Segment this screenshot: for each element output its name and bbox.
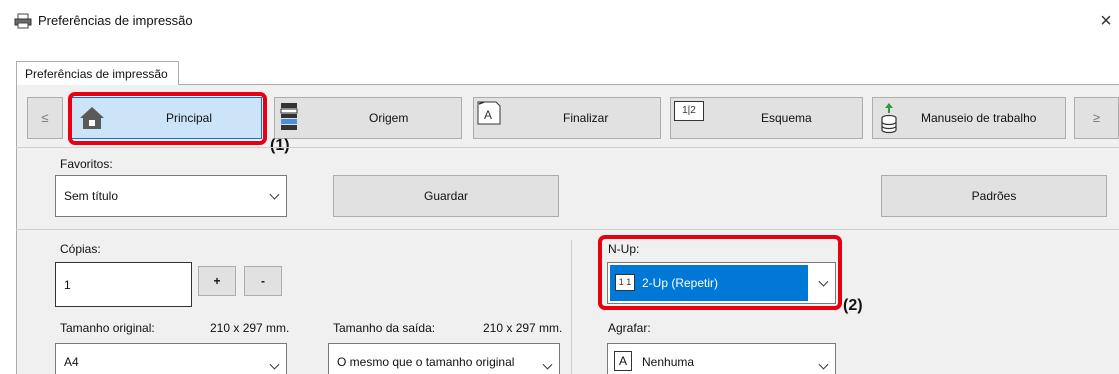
original-size-dims: 210 x 297 mm. — [210, 321, 290, 335]
save-button-label: Guardar — [423, 189, 469, 203]
tab-finalizar-label: Finalizar — [563, 111, 609, 125]
window-title: Preferências de impressão — [38, 13, 193, 28]
minus-glyph: - — [261, 274, 265, 288]
layout-icon: 1|2 — [674, 101, 704, 121]
finish-icon: A — [477, 101, 501, 128]
copies-minus-button[interactable]: - — [244, 266, 282, 296]
prev-glyph: ≤ — [41, 110, 49, 125]
toolbar-prev-button[interactable]: ≤ — [27, 97, 63, 139]
chevron-down-icon — [269, 359, 280, 370]
annotation-1: (1) — [270, 137, 290, 154]
job-handling-icon — [880, 102, 898, 137]
favorites-value: Sem título — [64, 189, 119, 203]
chevron-down-icon — [542, 359, 553, 370]
favorites-select[interactable]: Sem título — [55, 175, 287, 217]
tab-manuseio-label: Manuseio de trabalho — [921, 111, 1037, 125]
staple-select[interactable]: A Nenhuma — [607, 343, 836, 374]
original-size-value: A4 — [64, 355, 79, 369]
save-button[interactable]: Guardar — [333, 175, 559, 217]
copies-input[interactable]: 1 — [55, 262, 192, 307]
separator-top — [16, 147, 1119, 148]
toolbar-next-button[interactable]: ≥ — [1074, 97, 1119, 139]
svg-text:A: A — [484, 108, 492, 122]
original-size-label: Tamanho original: — [60, 321, 155, 335]
paper-tray-icon — [279, 102, 299, 135]
output-size-dims: 210 x 297 mm. — [483, 321, 563, 335]
output-size-label: Tamanho da saída: — [333, 321, 436, 335]
printer-icon — [14, 13, 32, 29]
copies-plus-button[interactable]: + — [198, 266, 236, 296]
output-size-select[interactable]: O mesmo que o tamanho original — [328, 343, 560, 374]
chevron-down-icon — [818, 359, 829, 370]
tab-esquema-label: Esquema — [761, 111, 812, 125]
close-button[interactable]: × — [1096, 6, 1116, 36]
vertical-divider — [571, 240, 572, 374]
staple-label: Agrafar: — [608, 321, 651, 335]
plus-glyph: + — [213, 274, 221, 288]
tab-finalizar[interactable]: A Finalizar — [473, 97, 661, 139]
tab-origem-label: Origem — [369, 111, 409, 125]
callout-nup — [598, 235, 842, 310]
callout-principal — [68, 92, 267, 145]
defaults-button[interactable]: Padrões — [881, 175, 1107, 217]
next-glyph: ≥ — [1092, 110, 1101, 125]
annotation-2: (2) — [843, 297, 863, 314]
copies-label: Cópias: — [60, 242, 101, 256]
copies-value: 1 — [64, 277, 71, 292]
title-bar: Preferências de impressão × — [0, 0, 1119, 44]
separator-mid — [16, 229, 1119, 230]
favorites-label: Favoritos: — [60, 157, 113, 171]
tab-manuseio[interactable]: Manuseio de trabalho — [872, 97, 1066, 139]
original-size-select[interactable]: A4 — [55, 343, 287, 374]
defaults-button-label: Padrões — [971, 189, 1017, 203]
tab-esquema[interactable]: 1|2 Esquema — [670, 97, 863, 139]
chevron-down-icon — [269, 189, 280, 200]
output-size-value: O mesmo que o tamanho original — [337, 355, 515, 369]
tab-print-preferences[interactable]: Preferências de impressão — [16, 61, 179, 85]
tab-origem[interactable]: Origem — [274, 97, 462, 139]
staple-icon: A — [614, 351, 632, 371]
staple-value: Nenhuma — [642, 355, 695, 369]
